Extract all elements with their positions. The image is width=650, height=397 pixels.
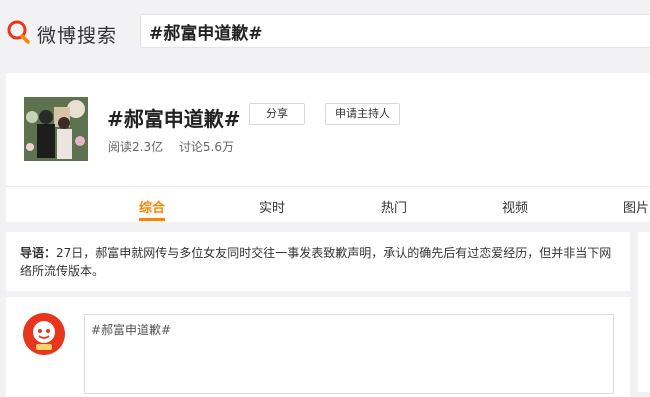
tab-comprehensive[interactable]: 综合 xyxy=(139,197,165,216)
tab-images[interactable]: 图片 xyxy=(623,197,649,216)
user-avatar[interactable] xyxy=(23,313,65,355)
tab-hot[interactable]: 热门 xyxy=(381,197,407,216)
topic-stats: 阅读2.3亿 讨论5.6万 xyxy=(108,138,246,155)
active-tab-indicator xyxy=(139,218,165,221)
post-compose-input[interactable]: #郝富申道歉# xyxy=(84,314,614,394)
logo-text: 微博搜索 xyxy=(37,24,118,47)
topic-avatar xyxy=(24,97,88,161)
composer-card: #郝富申道歉# xyxy=(6,297,630,397)
search-box[interactable] xyxy=(140,14,650,48)
topic-intro: 导语：27日，郝富申就网传与多位女友同时交往一事发表致歉声明，承认的确先后有过恋… xyxy=(6,232,630,291)
weibo-search-logo[interactable]: 微博搜索 xyxy=(6,19,117,49)
read-count: 阅读2.3亿 xyxy=(108,140,164,154)
topic-title: #郝富申道歉# xyxy=(107,107,241,131)
search-input[interactable] xyxy=(141,15,637,47)
tab-bar: 综合 实时 热门 视频 图片 xyxy=(6,186,650,222)
tab-video[interactable]: 视频 xyxy=(502,197,528,216)
weibo-search-logo-icon xyxy=(6,19,32,49)
intro-prefix: 导语： xyxy=(20,246,57,260)
right-sidebar xyxy=(638,232,650,392)
share-button[interactable]: 分享 xyxy=(249,103,305,125)
apply-host-button[interactable]: 申请主持人 xyxy=(325,103,400,125)
top-bar: 微博搜索 xyxy=(0,0,650,66)
intro-text: 27日，郝富申就网传与多位女友同时交往一事发表致歉声明，承认的确先后有过恋爱经历… xyxy=(20,246,612,278)
discussion-count: 讨论5.6万 xyxy=(178,140,235,154)
tab-realtime[interactable]: 实时 xyxy=(259,197,285,216)
